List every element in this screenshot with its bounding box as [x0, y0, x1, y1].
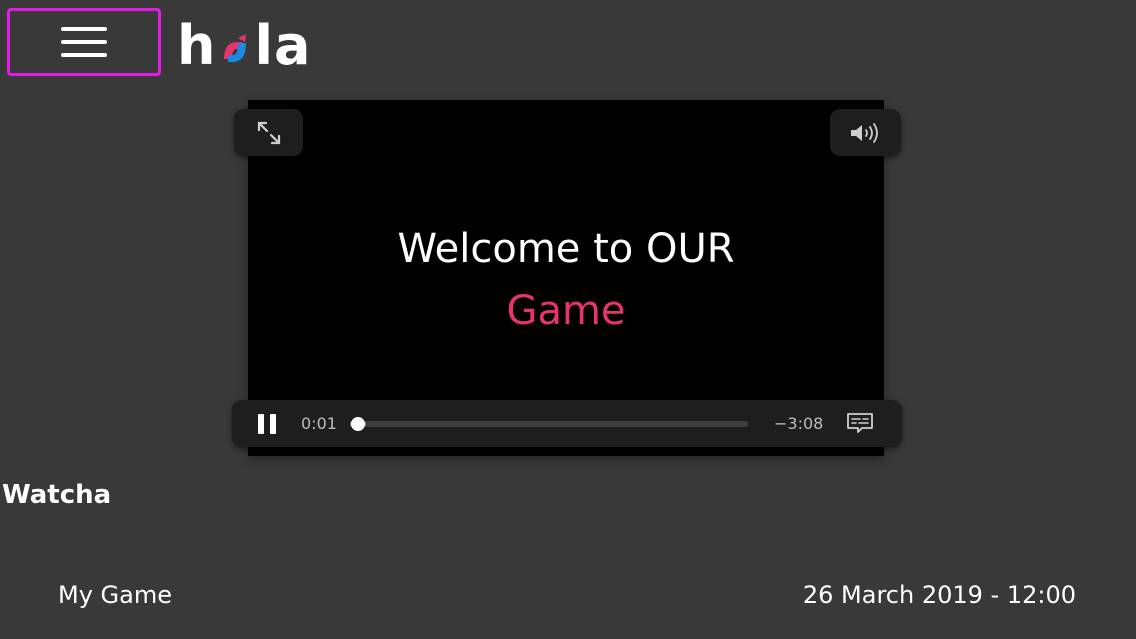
current-time: 0:01	[301, 414, 337, 433]
progress-scrubber[interactable]	[350, 417, 748, 431]
hamburger-icon	[61, 27, 107, 57]
captions-icon	[847, 413, 873, 433]
pause-icon	[258, 414, 264, 434]
section-title: Watcha	[2, 480, 112, 510]
video-text-line1: Welcome to OUR	[397, 226, 735, 272]
video-text-line2: Game	[506, 288, 626, 334]
video-frame-text: Welcome to OUR Game	[248, 218, 884, 342]
pause-button[interactable]	[258, 414, 276, 434]
logo-o-mark	[224, 34, 247, 62]
logo-text-la: la	[254, 14, 312, 77]
game-name[interactable]: My Game	[58, 581, 172, 609]
expand-arrows-icon	[257, 121, 280, 144]
speaker-icon	[850, 122, 878, 143]
remaining-time: −3:08	[774, 414, 824, 433]
fullscreen-button[interactable]	[234, 109, 303, 156]
logo-text-h: h	[177, 14, 217, 77]
menu-button[interactable]	[7, 8, 161, 76]
hola-logo: h la	[177, 13, 311, 73]
playback-control-bar: 0:01 −3:08	[232, 400, 902, 447]
game-date: 26 March 2019 - 12:00	[802, 581, 1076, 609]
volume-button[interactable]	[830, 109, 901, 156]
captions-button[interactable]	[845, 411, 875, 435]
video-player[interactable]: Welcome to OUR Game 0:01 −3:08	[232, 100, 902, 456]
scrubber-knob[interactable]	[350, 417, 365, 431]
